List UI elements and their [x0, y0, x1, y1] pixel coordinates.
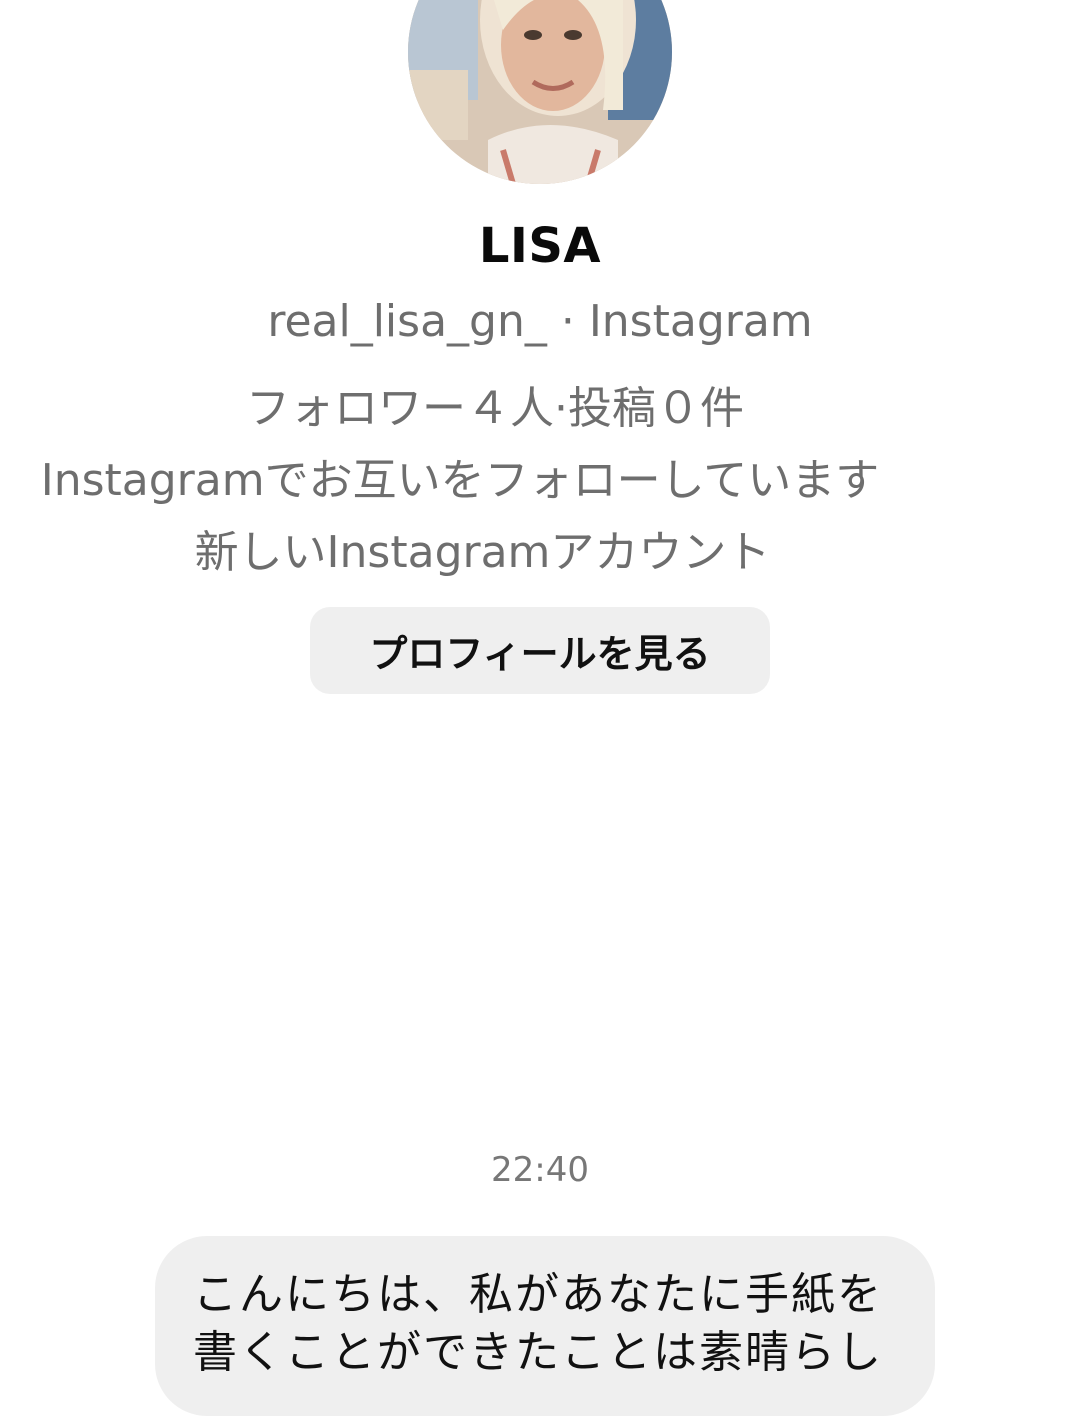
mutual-follow-note: Instagramでお互いをフォローしています [40, 455, 880, 506]
profile-avatar[interactable] [408, 0, 672, 184]
profile-name: LISA [478, 218, 602, 274]
avatar-photo [408, 0, 672, 184]
new-account-note: 新しいInstagramアカウント [194, 527, 771, 578]
message-bubble[interactable]: こんにちは、私があなたに手紙を書くことができたことは素晴らし [155, 1236, 935, 1416]
message-text: こんにちは、私があなたに手紙を書くことができたことは素晴らし [193, 1269, 883, 1378]
message-timestamp: 22:40 [491, 1150, 589, 1190]
view-profile-button[interactable]: プロフィールを見る [310, 607, 770, 694]
profile-handle: real_lisa_gn_ · Instagram [267, 296, 813, 347]
profile-stats: フォロワー４人·投稿０件 [246, 383, 744, 434]
